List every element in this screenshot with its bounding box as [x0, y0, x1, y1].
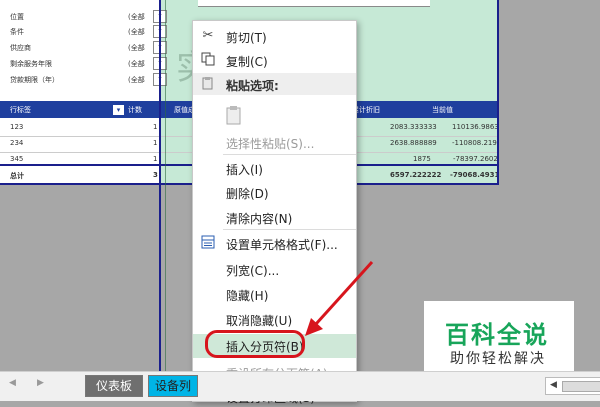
- horizontal-scrollbar[interactable]: ◀: [545, 377, 600, 395]
- arrow-right-icon[interactable]: ▶: [37, 378, 44, 388]
- arrow-left-icon[interactable]: ◀: [9, 378, 16, 388]
- scroll-left-icon[interactable]: ◀: [550, 380, 557, 390]
- tab-equipment[interactable]: 设备列: [148, 375, 198, 397]
- tab-dashboard[interactable]: 仪表板: [85, 375, 143, 397]
- arrow-shaft: [314, 260, 374, 326]
- scroll-thumb[interactable]: [562, 381, 600, 392]
- sheet-tab-bar: ◀ ▶ 仪表板 设备列 ◀: [0, 371, 600, 401]
- annotation-arrow: [305, 260, 374, 336]
